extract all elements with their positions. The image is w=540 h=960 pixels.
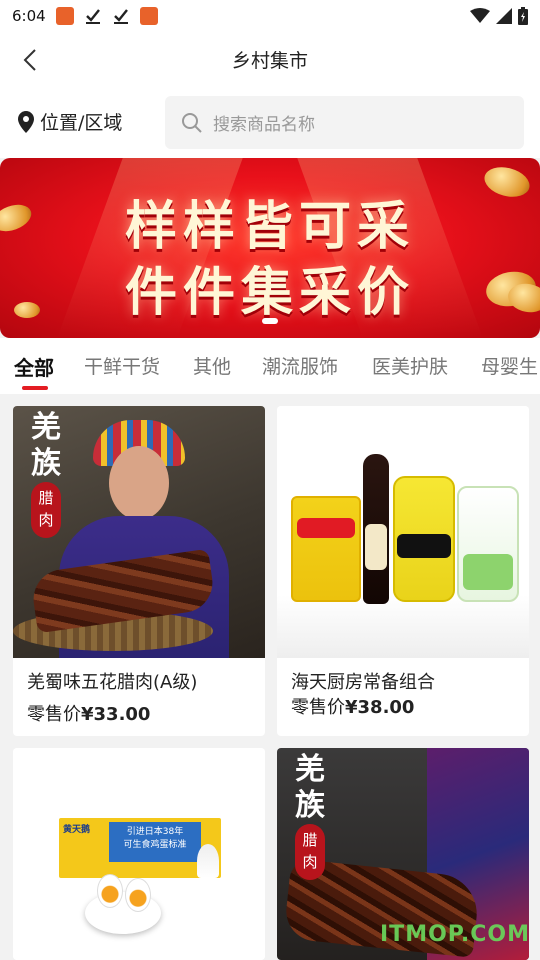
location-selector[interactable]: 位置/区域	[18, 108, 122, 135]
image-char: 族	[31, 446, 61, 481]
banner-headline: 样样皆可采	[124, 197, 415, 257]
tab-all[interactable]: 全部	[14, 352, 54, 381]
product-card[interactable]: 海天厨房常备组合 零售价¥38.00	[277, 406, 529, 736]
image-char: 羌	[31, 410, 61, 445]
category-tabs: 全部 干鲜干货 其他 潮流服饰 医美护肤 母婴生	[0, 338, 540, 394]
image-char: 肉	[302, 853, 318, 871]
bottle-label	[365, 524, 387, 570]
pouch-label	[397, 534, 451, 558]
price-label: 零售价	[27, 704, 81, 725]
product-card[interactable]: 羌 族 腊 肉 羌蜀味五花腊肉(A级) 零售价¥33.00	[13, 406, 265, 736]
app-header: 乡村集市	[0, 32, 540, 86]
image-seal: 腊 肉	[31, 482, 61, 538]
search-row: 位置/区域 搜索商品名称	[0, 86, 540, 158]
status-bar: 6:04	[0, 0, 540, 32]
image-char: 肉	[38, 511, 54, 529]
image-char: 族	[295, 788, 325, 823]
promo-banner[interactable]: 样样皆可采 件件集采价	[0, 158, 540, 338]
image-char: 羌	[295, 752, 325, 787]
search-placeholder: 搜索商品名称	[213, 115, 315, 135]
pouch-label	[463, 554, 513, 590]
location-label: 位置/区域	[40, 112, 123, 134]
model-face	[109, 446, 169, 520]
product-image	[277, 406, 529, 658]
tab-fashion[interactable]: 潮流服饰	[262, 352, 338, 379]
egg-half	[125, 878, 151, 912]
banner-subheadline: 件件集采价	[124, 263, 415, 323]
tab-beauty[interactable]: 医美护肤	[372, 352, 448, 379]
status-time: 6:04	[12, 7, 46, 25]
carousel-indicator[interactable]	[262, 318, 278, 324]
price-value: ¥38.00	[345, 697, 415, 718]
image-char: 引进日本38年	[126, 827, 184, 837]
image-tag-text: 羌 族	[291, 752, 329, 824]
download-done-icon	[84, 7, 102, 25]
price-value: ¥33.00	[81, 704, 151, 725]
status-indicators	[470, 7, 528, 25]
image-char: 可生食鸡蛋标准	[123, 840, 187, 850]
app-notification-icon	[139, 7, 158, 25]
watermark: ITMOP.COM	[380, 922, 530, 947]
product-name: 海天厨房常备组合	[291, 672, 435, 693]
image-seal: 腊 肉	[295, 824, 325, 880]
tab-other[interactable]: 其他	[193, 352, 231, 379]
image-char: 腊	[302, 831, 318, 849]
egg-box-panel: 引进日本38年 可生食鸡蛋标准	[109, 822, 201, 862]
battery-icon	[518, 7, 528, 25]
location-pin-icon	[18, 110, 34, 133]
search-input[interactable]: 搜索商品名称	[165, 96, 524, 149]
search-icon	[182, 112, 202, 133]
price-label: 零售价	[291, 697, 345, 718]
egg-half	[97, 874, 123, 908]
chef-figure	[197, 844, 219, 878]
product-card[interactable]: 引进日本38年 可生食鸡蛋标准 黄天鹅	[13, 748, 265, 960]
tab-dry-goods[interactable]: 干鲜干货	[84, 352, 160, 379]
sauce-pouch	[291, 496, 361, 602]
image-char: 腊	[38, 489, 54, 507]
wifi-icon	[470, 8, 490, 23]
brand-logo: 黄天鹅	[63, 825, 91, 835]
product-price-row: 零售价¥38.00	[291, 693, 414, 719]
active-tab-indicator	[22, 386, 48, 390]
product-price-row: 零售价¥33.00	[27, 700, 150, 726]
pouch-label	[297, 518, 355, 538]
page-title: 乡村集市	[231, 50, 308, 72]
product-image: 羌 族 腊 肉	[13, 406, 265, 658]
signal-icon	[496, 8, 512, 24]
product-image: 引进日本38年 可生食鸡蛋标准 黄天鹅	[13, 748, 265, 960]
product-name: 羌蜀味五花腊肉(A级)	[27, 672, 198, 693]
download-done-icon	[112, 7, 130, 25]
app-notification-icon	[55, 7, 74, 25]
tab-maternity[interactable]: 母婴生	[481, 352, 538, 379]
image-tag-text: 羌 族	[27, 410, 65, 482]
